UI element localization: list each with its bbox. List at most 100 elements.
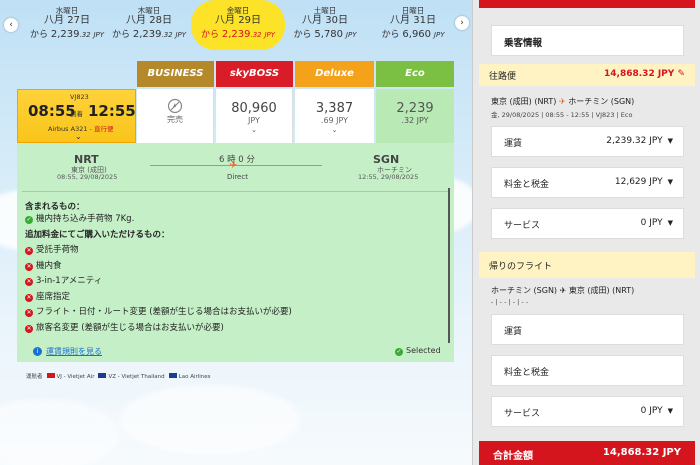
direct-label: Direct (227, 173, 248, 181)
extra-item: ✕ フライト・日付・ルート変更 (差額が生じる場合はお支払いが必要) (25, 307, 292, 317)
date-option[interactable]: 木曜日 八月 28日 から 2,239.32 JPY (104, 6, 194, 41)
date-day: 八月 30日 (302, 15, 348, 26)
sold-out-icon (167, 98, 183, 114)
edit-icon[interactable]: ✎ (677, 69, 685, 79)
outbound-label: 往路便 (489, 72, 517, 82)
total-bar: 合計金額 14,868.32 JPY (479, 441, 695, 465)
prev-dates-button[interactable]: ‹ (4, 18, 18, 32)
date-option[interactable]: 土曜日 八月 30日 から 5,780 JPY (280, 6, 370, 41)
chevron-down-icon[interactable]: ⌄ (75, 132, 82, 141)
date-dow: 土曜日 (313, 6, 337, 15)
fare-class-deluxe: Deluxe (295, 61, 374, 87)
outbound-detail: 金, 29/08/2025 | 08:55 - 12:55 | VJ823 | … (491, 111, 633, 119)
flight-number: VJ823 (70, 93, 89, 101)
date-price: から 2,239.32 JPY (200, 29, 276, 40)
next-dates-button[interactable]: › (455, 16, 469, 30)
date-day: 八月 27日 (44, 15, 90, 26)
check-icon: ✓ (25, 216, 33, 224)
cross-icon: ✕ (25, 247, 33, 255)
extra-item: ✕ 旅客名変更 (差額が生じる場合はお支払いが必要) (25, 322, 224, 333)
date-price: から 2,239.32 JPY (29, 29, 105, 40)
chevron-down-icon: ⌄ (331, 126, 338, 134)
scrollbar[interactable] (448, 188, 450, 343)
date-option-selected-content: 金曜日 八月 29日 から 2,239.32 JPY (193, 6, 283, 41)
flight-card[interactable]: VJ823 08:55 到着 12:55 Airbus A321 - 直行便 ⌄ (17, 89, 136, 143)
sold-out-label: 完売 (167, 115, 183, 124)
booking-summary-panel: 乗客情報 往路便 14,868.32 JPY ✎ 東京 (成田) (NRT) ✈… (472, 0, 700, 465)
caret-down-icon: ▼ (667, 137, 673, 145)
date-price: から 2,239.32 JPY (111, 29, 187, 40)
fees-taxes-line[interactable]: 料金と税金 12,629 JPY ▼ (491, 167, 684, 198)
date-dow: 日曜日 (401, 6, 425, 15)
return-label: 帰りのフライト (489, 262, 553, 272)
fare-business-cell: 完売 (137, 89, 214, 143)
cross-icon: ✕ (25, 293, 33, 302)
operators-legend: 運航者 VJ - Vietjet Air VZ - Vietjet Thailand… (26, 373, 211, 380)
extra-item: ✕ 受託手荷物 (25, 245, 79, 255)
date-day: 八月 31日 (390, 15, 436, 26)
date-price: から 5,780 JPY (293, 29, 357, 40)
origin-time: 08:55, 29/08/2025 (57, 173, 118, 181)
fare-rules-link[interactable]: 運賃規則を見る (46, 346, 102, 357)
caret-down-icon: ▼ (667, 178, 673, 186)
chevron-down-icon: ⌄ (251, 126, 257, 134)
return-route: ホーチミン (SGN) ✈ 東京 (成田) (NRT) (491, 286, 635, 295)
fare-amount: 80,960 (231, 101, 277, 116)
return-services-line[interactable]: サービス 0 JPY ▼ (491, 396, 684, 427)
airplane-icon: ✈ (229, 160, 238, 171)
fare-skyboss-cell[interactable]: 80,960 JPY ⌄ (216, 89, 293, 143)
fare-currency: JPY (248, 116, 260, 125)
lao-airlines-flag-icon (168, 373, 177, 378)
included-item: ✓ 機内持ち込み手荷物 7Kg. (25, 214, 135, 224)
date-dow: 水曜日 (55, 6, 79, 15)
divider (22, 191, 449, 192)
fare-amount: 2,239 (396, 101, 434, 116)
services-line[interactable]: サービス 0 JPY ▼ (491, 208, 684, 239)
return-detail: - | - - | - | - - (491, 298, 529, 306)
inclusions-list: 含まれるもの： ✓ 機内持ち込み手荷物 7Kg. 追加料金にてご購入いただけるもの… (25, 195, 450, 343)
included-title: 含まれるもの： (25, 202, 85, 212)
date-strip: ‹ 水曜日 八月 27日 から 2,239.32 JPY 木曜日 八月 28日 … (0, 0, 472, 50)
cross-icon: ✕ (25, 309, 33, 317)
date-day: 八月 29日 (215, 15, 261, 26)
vietjet-thailand-flag-icon (98, 373, 107, 378)
date-day: 八月 28日 (126, 15, 172, 26)
destination-time: 12:55, 29/08/2025 (358, 173, 419, 181)
cross-icon: ✕ (25, 324, 33, 333)
selected-indicator: ✓ Selected (395, 346, 441, 356)
departure-time: 08:55 (28, 102, 76, 120)
return-fare-line[interactable]: 運賃 (491, 314, 684, 345)
arrive-label: 到着 (70, 110, 83, 118)
route-summary: NRT 東京 (成田) 08:55, 29/08/2025 6 時 0 分 ✈ … (17, 143, 454, 191)
cross-icon: ✕ (25, 262, 33, 271)
fare-detail-panel: NRT 東京 (成田) 08:55, 29/08/2025 6 時 0 分 ✈ … (17, 143, 454, 362)
fare-class-business: BUSINESS (137, 61, 214, 87)
date-price: から 6,960 JPY (381, 29, 445, 40)
date-dow: 金曜日 (226, 6, 250, 15)
fare-class-eco: Eco (376, 61, 454, 87)
fare-currency: .32 JPY (401, 116, 429, 125)
date-option[interactable]: 日曜日 八月 31日 から 6,960 JPY (368, 6, 458, 41)
fare-currency: .69 JPY (320, 116, 349, 125)
vietjet-flag-icon (46, 373, 55, 378)
check-icon: ✓ (395, 348, 403, 356)
return-header: 帰りのフライト (479, 252, 695, 278)
extra-item: ✕ 3-in-1アメニティ (25, 276, 103, 286)
outbound-route: 東京 (成田) (NRT) ✈ ホーチミン (SGN) (491, 97, 635, 106)
summary-header-bar (479, 0, 695, 8)
caret-down-icon: ▼ (667, 219, 673, 227)
fare-amount: 3,387 (315, 101, 354, 116)
airplane-icon: ✈ (559, 286, 567, 295)
fare-eco-cell-selected[interactable]: 2,239 .32 JPY (376, 89, 454, 143)
date-option[interactable]: 水曜日 八月 27日 から 2,239.32 JPY (22, 6, 112, 41)
extras-title: 追加料金にてご購入いただけるもの： (25, 229, 170, 240)
passenger-info-box[interactable]: 乗客情報 (491, 25, 684, 56)
date-dow: 木曜日 (137, 6, 161, 15)
caret-down-icon: ▼ (667, 407, 673, 415)
fare-deluxe-cell[interactable]: 3,387 .69 JPY ⌄ (295, 89, 374, 143)
fare-line[interactable]: 運賃 2,239.32 JPY ▼ (491, 126, 684, 157)
airplane-icon: ✈ (558, 97, 566, 106)
return-fees-taxes-line[interactable]: 料金と税金 (491, 355, 684, 386)
info-icon: i (33, 347, 42, 356)
total-label: 合計金額 (493, 451, 533, 462)
